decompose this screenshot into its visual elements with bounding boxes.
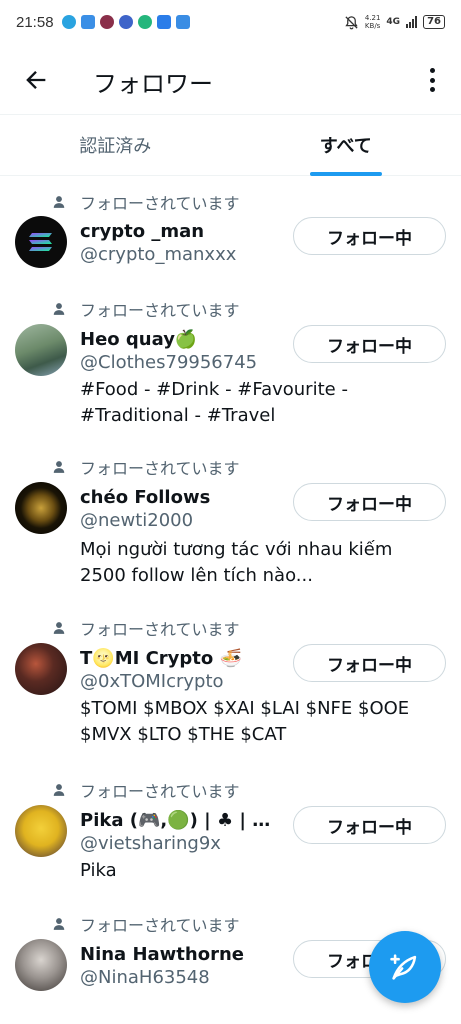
status-time: 21:58 bbox=[16, 13, 54, 31]
yahoo-icon bbox=[156, 15, 171, 29]
user-display-name: crypto _man bbox=[80, 221, 205, 242]
mute-bell-icon bbox=[345, 15, 358, 29]
user-display-name: T🌝MI Crypto 🍜 bbox=[80, 648, 242, 669]
follows-you-context: フォローされています bbox=[52, 297, 240, 321]
tab-all[interactable]: すべて bbox=[231, 115, 461, 176]
tab-verified-label: 認証済み bbox=[79, 136, 152, 157]
user-display-name: Heo quay🍏 bbox=[80, 329, 198, 350]
telegram-icon bbox=[61, 15, 76, 29]
follows-you-label: フォローされています bbox=[80, 459, 240, 478]
cloud-icon bbox=[175, 15, 190, 29]
tab-verified[interactable]: 認証済み bbox=[0, 115, 231, 175]
person-icon bbox=[53, 622, 65, 634]
person-icon bbox=[53, 918, 65, 930]
avatar[interactable] bbox=[15, 939, 67, 991]
page-title: フォロワー bbox=[93, 70, 213, 98]
person-icon bbox=[53, 461, 65, 473]
network-speed-unit: KB/s bbox=[364, 22, 381, 30]
more-options-button[interactable] bbox=[425, 66, 439, 94]
news-app-icon bbox=[118, 15, 133, 29]
notification-icons bbox=[61, 15, 190, 29]
follower-item[interactable]: フォローされています T🌝MI Crypto 🍜 @0xTOMIcrypto $… bbox=[0, 606, 461, 768]
follows-you-label: フォローされています bbox=[80, 782, 240, 801]
k-app-icon bbox=[137, 15, 152, 29]
more-vertical-icon-dot bbox=[429, 77, 435, 83]
app-header: フォロワー bbox=[0, 44, 461, 114]
network-type: 4G bbox=[386, 17, 401, 27]
video-app-icon bbox=[80, 15, 95, 29]
follower-item[interactable]: フォローされています chéo Follows @newti2000 Mọi n… bbox=[0, 447, 461, 606]
user-handle: @newti2000 bbox=[80, 510, 194, 531]
following-button[interactable]: フォロー中 bbox=[293, 217, 446, 255]
user-handle: @Clothes79956745 bbox=[80, 352, 258, 373]
follows-you-context: フォローされています bbox=[52, 912, 240, 936]
active-tab-indicator bbox=[309, 172, 382, 176]
follows-you-label: フォローされています bbox=[80, 194, 240, 213]
following-button[interactable]: フォロー中 bbox=[293, 325, 446, 363]
solana-logo-icon bbox=[29, 233, 52, 251]
avatar[interactable] bbox=[15, 805, 67, 857]
back-button[interactable] bbox=[22, 66, 50, 94]
follows-you-context: フォローされています bbox=[52, 190, 240, 214]
user-bio: $TOMI $MBOX $XAI $LAI $NFE $OOE $MVX $LT… bbox=[80, 698, 410, 745]
following-button[interactable]: フォロー中 bbox=[293, 806, 446, 844]
avatar[interactable] bbox=[15, 324, 67, 376]
following-button[interactable]: フォロー中 bbox=[293, 483, 446, 521]
network-speed-value: 4.21 bbox=[364, 14, 381, 22]
compose-feather-icon bbox=[390, 954, 417, 980]
person-icon bbox=[53, 196, 65, 208]
user-display-name: chéo Follows bbox=[80, 487, 211, 508]
more-vertical-icon-dot bbox=[429, 87, 435, 92]
user-bio: Pika bbox=[80, 860, 117, 881]
follower-item[interactable]: フォローされています Pika (🎮,🟢) | ♣ | 🕹… @vietshar… bbox=[0, 768, 461, 904]
user-handle: @crypto_manxxx bbox=[80, 244, 237, 265]
user-display-name: Nina Hawthorne bbox=[80, 944, 244, 965]
user-bio: Mọi người tương tác với nhau kiếm 2500 f… bbox=[80, 539, 393, 586]
app-icon bbox=[99, 15, 114, 29]
follows-you-label: フォローされています bbox=[80, 301, 240, 320]
signal-icon bbox=[406, 16, 418, 28]
following-button[interactable]: フォロー中 bbox=[293, 644, 446, 682]
follower-item[interactable]: フォローされています Heo quay🍏 @Clothes79956745 #F… bbox=[0, 289, 461, 447]
follows-you-label: フォローされています bbox=[80, 620, 240, 639]
avatar[interactable] bbox=[15, 216, 67, 268]
avatar[interactable] bbox=[15, 643, 67, 695]
follows-you-context: フォローされています bbox=[52, 778, 240, 802]
status-bar: 21:58 4.21 KB/s 4G 76 bbox=[0, 0, 461, 44]
more-vertical-icon-dot bbox=[429, 68, 435, 73]
user-display-name: Pika (🎮,🟢) | ♣ | 🕹… bbox=[80, 810, 290, 831]
user-bio: #Food - #Drink - #Favourite - #Tradition… bbox=[80, 379, 348, 426]
network-speed: 4.21 KB/s bbox=[365, 14, 381, 30]
compose-button[interactable] bbox=[369, 931, 441, 1003]
user-handle: @vietsharing9x bbox=[80, 833, 221, 854]
follows-you-context: フォローされています bbox=[52, 455, 240, 479]
battery-icon: 76 bbox=[423, 15, 445, 29]
follows-you-label: フォローされています bbox=[80, 916, 240, 935]
person-icon bbox=[53, 784, 65, 796]
person-icon bbox=[53, 303, 65, 315]
tab-bar: 認証済み すべて bbox=[0, 114, 461, 176]
user-handle: @NinaH63548 bbox=[80, 967, 210, 988]
arrow-left-icon bbox=[26, 71, 46, 89]
tab-all-label: すべて bbox=[319, 136, 372, 157]
follower-item[interactable]: フォローされています crypto _man @crypto_manxxx フォ… bbox=[0, 177, 461, 289]
follows-you-context: フォローされています bbox=[52, 616, 240, 640]
avatar[interactable] bbox=[15, 482, 67, 534]
user-handle: @0xTOMIcrypto bbox=[80, 671, 224, 692]
